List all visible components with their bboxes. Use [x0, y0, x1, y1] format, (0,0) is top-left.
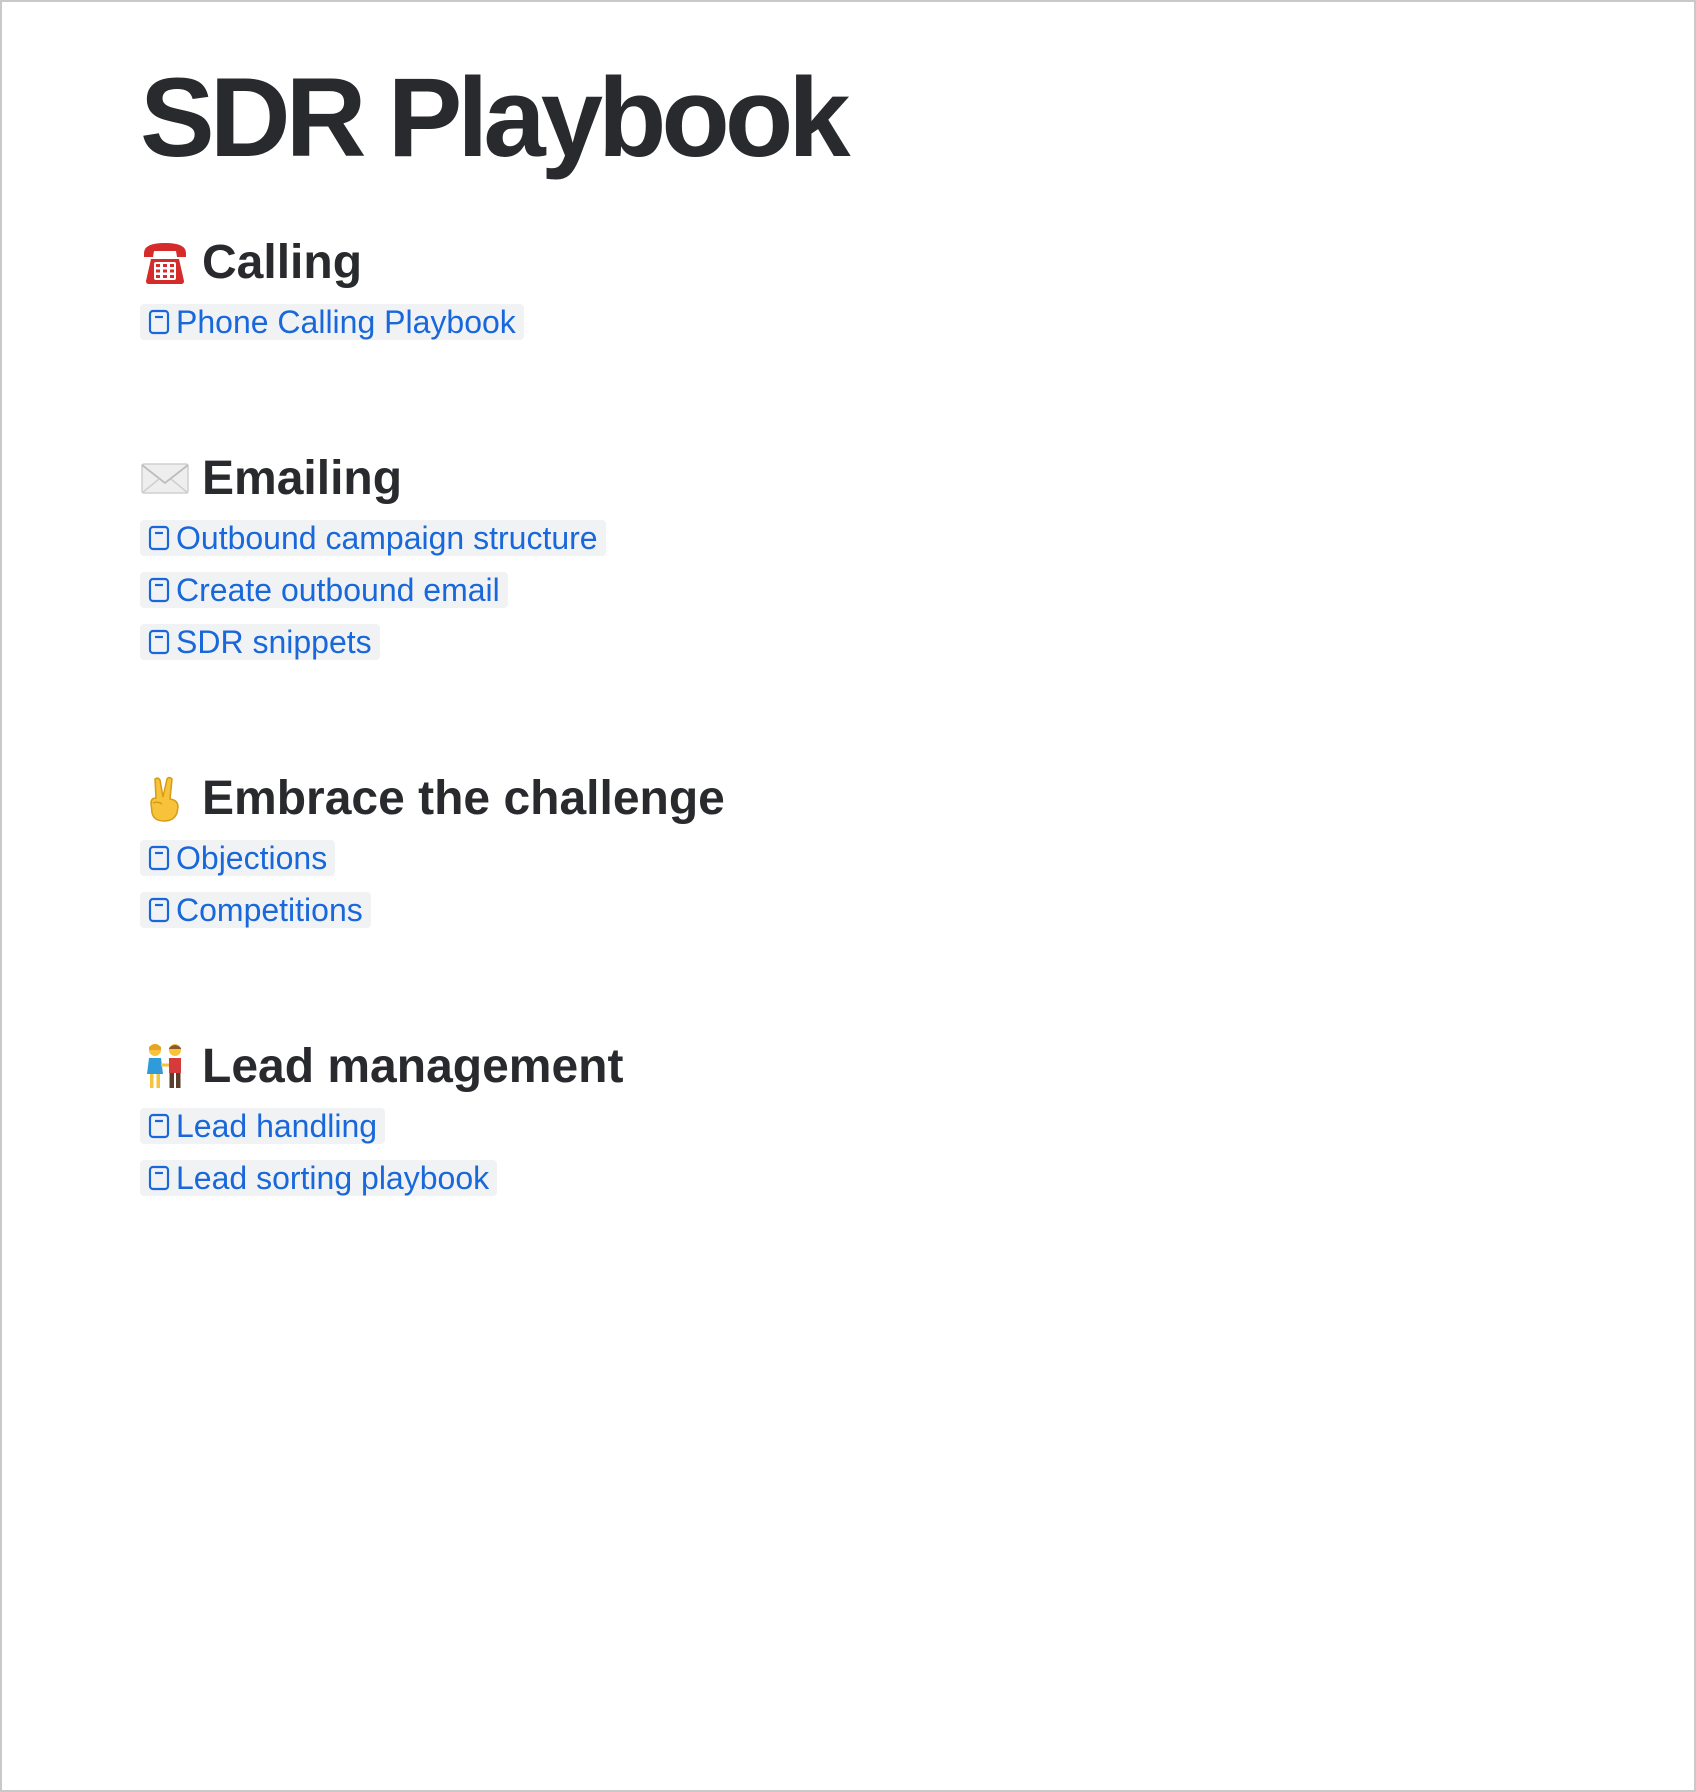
- section-links: Phone Calling Playbook: [140, 304, 524, 340]
- envelope-icon: [140, 453, 190, 503]
- section-heading: Lead management: [140, 1036, 623, 1096]
- section-calling: Calling Phone Calling Playbook: [140, 232, 524, 356]
- page-link-competitions[interactable]: Competitions: [140, 892, 371, 928]
- page-icon: [148, 897, 170, 923]
- page-icon: [148, 577, 170, 603]
- section-heading-text: Emailing: [202, 451, 403, 505]
- page-title: SDR Playbook: [140, 55, 851, 180]
- section-lead-management: Lead management Lead handling Lead sorti…: [140, 1036, 623, 1212]
- section-links: Outbound campaign structure Create outbo…: [140, 520, 606, 660]
- page-link-objections[interactable]: Objections: [140, 839, 336, 876]
- page-link-label: Outbound campaign structure: [176, 519, 598, 556]
- page-link-label: Lead sorting playbook: [176, 1159, 490, 1196]
- page: SDR Playbook Calling Phone Calling Playb…: [0, 0, 1696, 1792]
- page-link-label: Objections: [176, 839, 328, 876]
- page-icon: [148, 845, 170, 871]
- section-embrace-the-challenge: Embrace the challenge Objections Competi…: [140, 768, 725, 944]
- section-emailing: Emailing Outbound campaign structure Cre…: [140, 448, 606, 676]
- section-heading: Emailing: [140, 448, 606, 508]
- section-heading: Calling: [140, 232, 524, 292]
- page-icon: [148, 1165, 170, 1191]
- page-icon: [148, 309, 170, 335]
- victory-hand-icon: [140, 773, 190, 823]
- page-link-phone-calling-playbook[interactable]: Phone Calling Playbook: [140, 304, 524, 340]
- page-link-label: Lead handling: [176, 1107, 378, 1144]
- page-icon: [148, 629, 170, 655]
- page-link-lead-sorting-playbook[interactable]: Lead sorting playbook: [140, 1159, 498, 1196]
- page-link-label: SDR snippets: [176, 623, 372, 660]
- page-link-outbound-campaign-structure[interactable]: Outbound campaign structure: [140, 520, 606, 556]
- page-icon: [148, 525, 170, 551]
- page-link-sdr-snippets[interactable]: SDR snippets: [140, 624, 380, 660]
- telephone-icon: [140, 237, 190, 287]
- page-link-create-outbound-email[interactable]: Create outbound email: [140, 572, 508, 608]
- section-heading: Embrace the challenge: [140, 768, 725, 828]
- section-heading-text: Embrace the challenge: [202, 771, 725, 825]
- section-links: Objections Competitions: [140, 840, 725, 928]
- page-link-label: Competitions: [176, 891, 363, 928]
- couple-holding-hands-icon: [140, 1041, 190, 1091]
- page-icon: [148, 1113, 170, 1139]
- page-link-lead-handling[interactable]: Lead handling: [140, 1107, 386, 1144]
- section-heading-text: Calling: [202, 235, 363, 289]
- page-link-label: Create outbound email: [176, 571, 500, 608]
- section-links: Lead handling Lead sorting playbook: [140, 1108, 623, 1196]
- section-heading-text: Lead management: [202, 1039, 624, 1093]
- page-link-label: Phone Calling Playbook: [176, 303, 516, 340]
